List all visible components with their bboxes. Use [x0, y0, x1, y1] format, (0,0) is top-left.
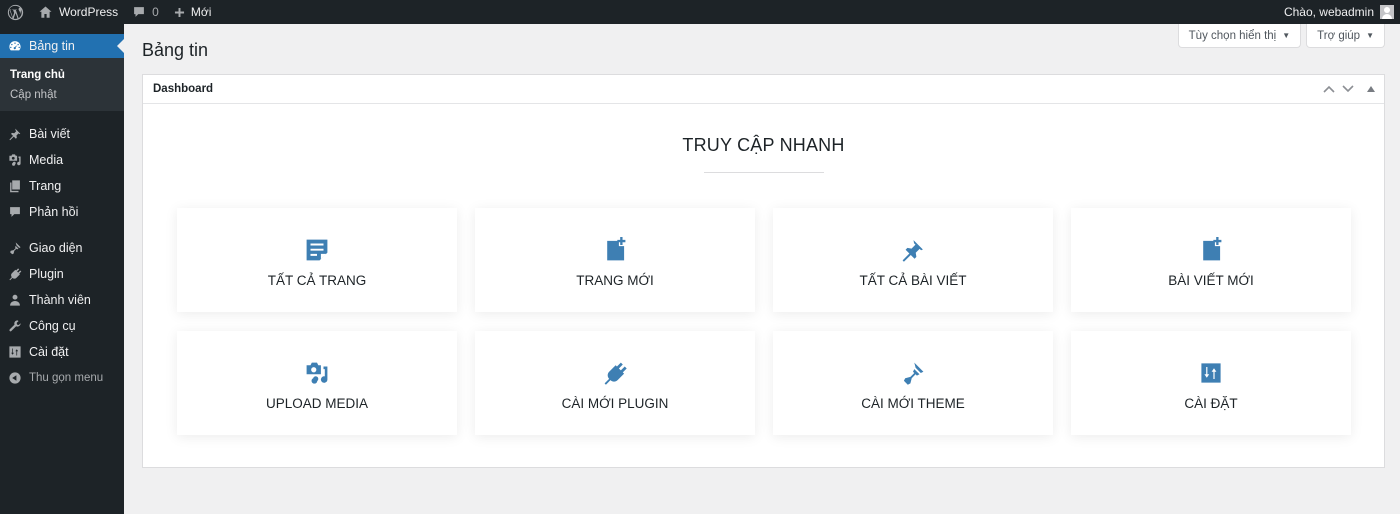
sidebar-item-posts[interactable]: Bài viết [0, 121, 124, 147]
wordpress-logo-icon [7, 4, 24, 21]
sidebar-item-label: Cài đặt [29, 345, 69, 359]
new-page-icon [602, 237, 628, 263]
card-settings[interactable]: CÀI ĐẶT [1071, 331, 1351, 435]
media-icon [304, 360, 330, 386]
pin-icon [8, 127, 22, 141]
caret-down-icon: ▼ [1366, 31, 1374, 40]
main-content: Tùy chọn hiển thị ▼ Trợ giúp ▼ Bảng tin … [124, 24, 1400, 514]
pin-icon [900, 237, 926, 263]
move-up-icon[interactable] [1323, 85, 1335, 93]
card-all-pages[interactable]: TẤT CẢ TRANG [177, 208, 457, 312]
sidebar-item-comments[interactable]: Phản hồi [0, 199, 124, 225]
sidebar-item-label: Plugin [29, 267, 64, 281]
sidebar-item-label: Giao diện [29, 241, 83, 255]
card-new-theme[interactable]: CÀI MỚI THEME [773, 331, 1053, 435]
new-content-menu[interactable]: Mới [166, 0, 219, 24]
card-label: UPLOAD MEDIA [265, 395, 369, 411]
toggle-panel-icon[interactable] [1367, 86, 1375, 92]
sidebar-item-pages[interactable]: Trang [0, 173, 124, 199]
user-icon [8, 293, 22, 307]
card-new-post[interactable]: BÀI VIẾT MỚI [1071, 208, 1351, 312]
new-post-icon [1198, 237, 1224, 263]
card-label: TẤT CẢ BÀI VIẾT [859, 272, 967, 288]
help-button[interactable]: Trợ giúp ▼ [1306, 24, 1385, 48]
comment-icon [132, 5, 146, 19]
wrench-icon [8, 319, 22, 333]
greeting: Chào, webadmin [1283, 5, 1374, 19]
dashboard-widget: Dashboard TRUY CẬP NHANH TẤT CẢ TRANG TR… [142, 74, 1385, 468]
card-label: BÀI VIẾT MỚI [1168, 272, 1254, 288]
sidebar-item-label: Phản hồi [29, 205, 79, 219]
sidebar-item-users[interactable]: Thành viên [0, 287, 124, 313]
sidebar-item-label: Công cụ [29, 319, 76, 333]
quick-access-title: TRUY CẬP NHANH [682, 135, 845, 155]
page-list-icon [304, 237, 330, 263]
title-divider [704, 172, 824, 173]
sidebar-item-tools[interactable]: Công cụ [0, 313, 124, 339]
collapse-label: Thu gọn menu [29, 372, 104, 384]
site-name: WordPress [59, 5, 119, 19]
admin-sidebar: Bảng tin Trang chủ Cập nhật Bài viết Med… [0, 24, 124, 514]
dashboard-icon [8, 39, 22, 53]
collapse-icon [8, 371, 22, 385]
wp-logo-menu[interactable] [0, 0, 31, 24]
collapse-menu-button[interactable]: Thu gọn menu [0, 365, 124, 391]
brush-icon [900, 360, 926, 386]
new-label: Mới [190, 5, 212, 19]
sidebar-item-label: Trang [29, 179, 62, 193]
sidebar-item-label: Bảng tin [29, 39, 75, 53]
comments-count: 0 [152, 5, 159, 19]
dashboard-submenu: Trang chủ Cập nhật [0, 58, 124, 111]
caret-down-icon: ▼ [1282, 31, 1291, 40]
pages-icon [8, 179, 22, 193]
screen-options-button[interactable]: Tùy chọn hiển thị ▼ [1177, 24, 1302, 48]
page-title: Bảng tin [142, 40, 209, 60]
move-down-icon[interactable] [1342, 85, 1354, 93]
submenu-item-updates[interactable]: Cập nhật [0, 85, 124, 105]
sidebar-item-label: Bài viết [29, 127, 70, 141]
submenu-item-home[interactable]: Trang chủ [0, 65, 124, 85]
sidebar-item-dashboard[interactable]: Bảng tin [0, 34, 124, 58]
screen-options-label: Tùy chọn hiển thị [1188, 29, 1277, 42]
card-label: CÀI MỚI THEME [861, 395, 965, 411]
card-label: TRANG MỚI [576, 272, 654, 288]
media-icon [8, 153, 22, 167]
sidebar-item-label: Media [29, 153, 64, 167]
quick-access-grid: TẤT CẢ TRANG TRANG MỚI TẤT CẢ BÀI VIẾT B… [177, 208, 1351, 435]
sidebar-item-plugins[interactable]: Plugin [0, 261, 124, 287]
sidebar-item-appearance[interactable]: Giao diện [0, 235, 124, 261]
card-label: TẤT CẢ TRANG [267, 272, 367, 288]
comments-link[interactable]: 0 [125, 0, 166, 24]
settings-icon [8, 345, 22, 359]
help-label: Trợ giúp [1317, 29, 1361, 42]
plugin-icon [8, 267, 22, 281]
widget-title: Dashboard [153, 83, 214, 95]
settings-icon [1199, 361, 1223, 385]
plus-icon [173, 6, 186, 19]
card-label: CÀI MỚI PLUGIN [561, 395, 669, 411]
card-upload-media[interactable]: UPLOAD MEDIA [177, 331, 457, 435]
card-label: CÀI ĐẶT [1184, 395, 1238, 411]
card-all-posts[interactable]: TẤT CẢ BÀI VIẾT [773, 208, 1053, 312]
brush-icon [8, 241, 22, 255]
sidebar-item-label: Thành viên [29, 293, 91, 307]
admin-bar: WordPress 0 Mới Chào, webadmin [0, 0, 1400, 24]
home-icon [38, 5, 53, 20]
card-new-page[interactable]: TRANG MỚI [475, 208, 755, 312]
avatar [1380, 5, 1394, 19]
plugin-icon [602, 360, 628, 386]
comment-icon [8, 205, 22, 219]
site-name-link[interactable]: WordPress [31, 0, 125, 24]
my-account-menu[interactable]: Chào, webadmin [1277, 0, 1400, 24]
card-new-plugin[interactable]: CÀI MỚI PLUGIN [475, 331, 755, 435]
sidebar-item-settings[interactable]: Cài đặt [0, 339, 124, 365]
sidebar-item-media[interactable]: Media [0, 147, 124, 173]
widget-header: Dashboard [143, 75, 1384, 104]
